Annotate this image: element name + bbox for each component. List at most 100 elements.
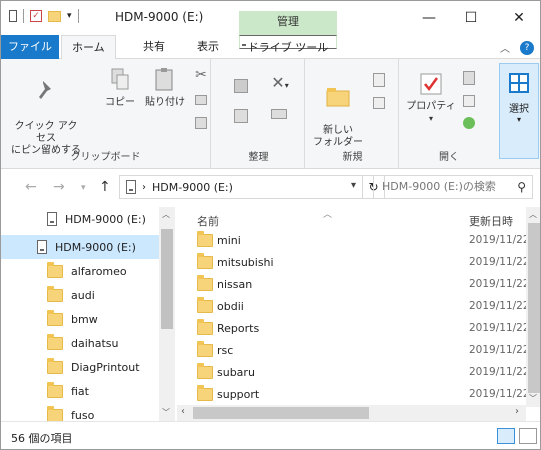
folder-icon	[197, 385, 213, 401]
search-placeholder: HDM-9000 (E:)の検索	[382, 180, 496, 193]
nav-item[interactable]: audi	[1, 283, 159, 307]
file-row[interactable]: Reports 2019/11/22	[177, 317, 530, 339]
large-icons-view-button[interactable]	[519, 428, 537, 444]
file-row[interactable]: subaru 2019/11/22	[177, 361, 530, 383]
file-row[interactable]: mini 2019/11/22	[177, 229, 530, 251]
copy-to-button[interactable]	[231, 109, 251, 127]
new-folder-button[interactable]: 新しい フォルダー	[311, 71, 365, 149]
ribbon-tabs: ファイル ホーム 共有 表示 ドライブ ツール ︿ ?	[1, 35, 540, 60]
history-button[interactable]	[459, 117, 479, 133]
details-view-button[interactable]	[497, 428, 515, 444]
copy-button[interactable]: コピー	[103, 67, 137, 109]
open-icon	[463, 71, 475, 85]
horizontal-scroll-thumb[interactable]	[193, 407, 369, 419]
drive-icon	[47, 212, 57, 226]
paste-shortcut-icon	[195, 117, 207, 129]
file-scroll-down-icon[interactable]: ﹀	[529, 393, 537, 404]
nav-item[interactable]: fuso	[1, 403, 159, 421]
tab-home[interactable]: ホーム	[61, 35, 116, 60]
nav-item-label: alfaromeo	[71, 264, 127, 278]
scroll-right-icon[interactable]: ›	[515, 406, 519, 417]
move-to-icon	[234, 79, 248, 93]
address-path[interactable]: HDM-9000 (E:)	[152, 181, 233, 194]
minimize-button[interactable]: —	[406, 7, 452, 29]
new-folder-icon[interactable]	[48, 10, 61, 22]
new-item-icon	[373, 73, 385, 87]
nav-item-label: daihatsu	[71, 336, 119, 350]
tab-view[interactable]: 表示	[187, 35, 229, 59]
file-row[interactable]: rsc 2019/11/22	[177, 339, 530, 361]
address-bar[interactable]: › HDM-9000 (E:) ▾	[119, 175, 363, 199]
tab-share[interactable]: 共有	[133, 35, 175, 59]
file-scroll-up-icon[interactable]: ︿	[529, 209, 537, 220]
paste-icon	[155, 68, 173, 91]
new-item-button[interactable]	[367, 73, 391, 91]
recent-locations-icon[interactable]: ▾	[81, 183, 86, 193]
move-to-button[interactable]	[231, 79, 251, 97]
nav-scroll-down-icon[interactable]: ﹀	[162, 407, 170, 418]
breadcrumb-chevron-icon: ›	[142, 181, 146, 193]
sort-indicator-icon: ︿	[323, 210, 333, 220]
nav-item[interactable]: HDM-9000 (E:)	[1, 235, 159, 259]
nav-item[interactable]: fiat	[1, 379, 159, 403]
file-row[interactable]: obdii 2019/11/22	[177, 295, 530, 317]
file-list-scroll-thumb[interactable]	[528, 223, 540, 393]
file-date: 2019/11/22	[469, 256, 530, 268]
properties-check-icon[interactable]: ✓	[30, 10, 42, 22]
up-arrow-icon[interactable]: ↑	[99, 179, 111, 195]
file-row[interactable]: support 2019/11/22	[177, 383, 530, 405]
navigation-pane: HDM-9000 (E:) HDM-9000 (E:) alfaromeo audi b…	[1, 207, 175, 421]
customize-toolbar-icon[interactable]: ▾	[67, 11, 72, 21]
edit-button[interactable]	[459, 95, 479, 111]
ribbon-collapse-icon[interactable]: ︿	[500, 40, 510, 55]
nav-scroll-up-icon[interactable]: ︿	[162, 209, 170, 220]
nav-item[interactable]: bmw	[1, 307, 159, 331]
file-name: mini	[217, 233, 241, 247]
nav-item[interactable]: HDM-9000 (E:)	[1, 207, 159, 231]
file-date: 2019/11/22	[469, 300, 530, 312]
column-header-name[interactable]: 名前	[197, 213, 219, 229]
tab-file[interactable]: ファイル	[1, 35, 59, 59]
help-icon[interactable]: ?	[520, 40, 534, 55]
cut-button[interactable]: ✂	[193, 68, 209, 83]
file-row[interactable]: mitsubishi 2019/11/22	[177, 251, 530, 273]
pin-quick-access-button[interactable]: クイック アクセス にピン留めする	[11, 67, 81, 157]
rename-button[interactable]	[269, 109, 289, 123]
ribbon-controls: ︿ ?	[500, 40, 534, 55]
easy-access-button[interactable]	[367, 97, 391, 113]
copy-path-button[interactable]	[193, 95, 209, 109]
file-name: nissan	[217, 277, 253, 291]
folder-icon	[197, 231, 213, 247]
open-group: プロパティ ▾ 開く	[401, 59, 497, 169]
close-button[interactable]: ✕	[496, 7, 540, 29]
folder-icon	[47, 405, 63, 421]
properties-button[interactable]: プロパティ ▾	[405, 71, 457, 125]
search-input[interactable]: HDM-9000 (E:)の検索 ⚲	[373, 175, 533, 199]
column-header-modified[interactable]: 更新日時	[469, 213, 513, 229]
drive-icon[interactable]	[9, 10, 17, 22]
back-arrow-icon[interactable]: ←	[25, 179, 37, 195]
file-date: 2019/11/22	[469, 344, 530, 356]
address-dropdown-icon[interactable]: ▾	[351, 180, 356, 191]
file-name: mitsubishi	[217, 255, 274, 269]
select-button[interactable]: 選択 ▾	[499, 63, 539, 159]
file-row[interactable]: nissan 2019/11/22	[177, 273, 530, 295]
paste-shortcut-button[interactable]	[193, 117, 209, 133]
nav-pane-scroll-thumb[interactable]	[161, 229, 173, 329]
scroll-left-icon[interactable]: ‹	[181, 406, 185, 417]
forward-arrow-icon[interactable]: →	[53, 179, 65, 195]
search-icon[interactable]: ⚲	[517, 176, 526, 198]
context-tab-manage: 管理	[239, 11, 337, 35]
delete-button[interactable]: ✕▾	[267, 75, 293, 92]
open-button[interactable]	[459, 71, 479, 89]
paste-label: 貼り付け	[145, 97, 185, 108]
maximize-button[interactable]: ☐	[448, 7, 494, 29]
tab-drive-tools[interactable]: ドライブ ツール	[239, 35, 337, 54]
nav-item-label: bmw	[71, 312, 98, 326]
nav-item[interactable]: alfaromeo	[1, 259, 159, 283]
folder-icon	[47, 333, 63, 350]
nav-item[interactable]: daihatsu	[1, 331, 159, 355]
paste-button[interactable]: 貼り付け	[145, 67, 185, 109]
nav-item[interactable]: DiagPrintout	[1, 355, 159, 379]
file-name: obdii	[217, 299, 244, 313]
